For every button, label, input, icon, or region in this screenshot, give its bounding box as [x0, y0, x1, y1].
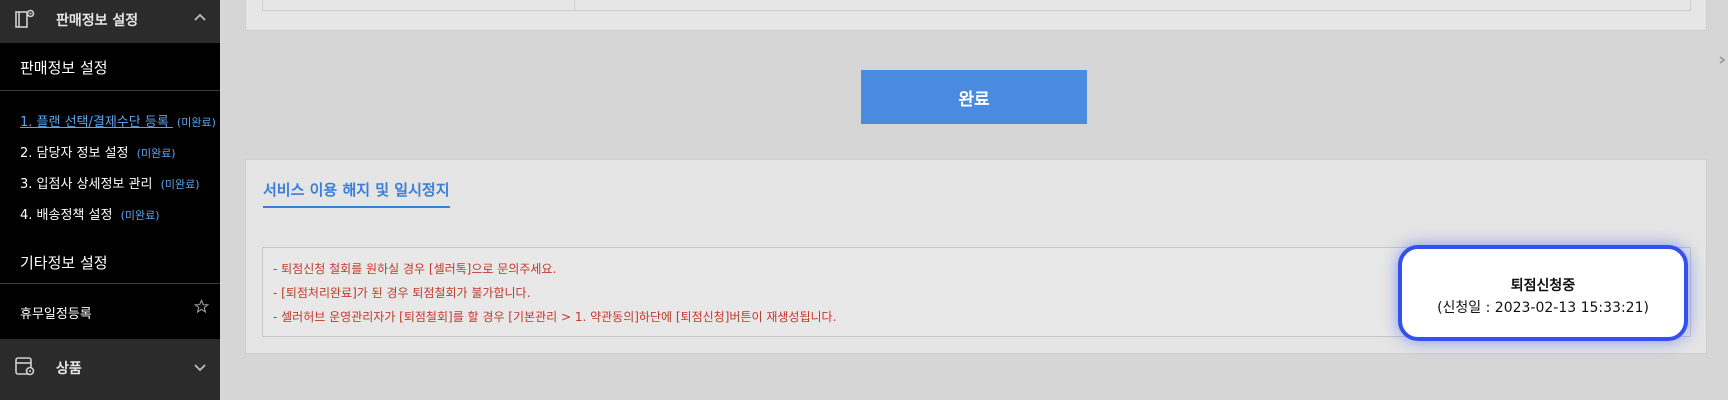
- chevron-down-icon[interactable]: [192, 359, 208, 375]
- sidebar-section-etc-info: 기타정보 설정: [20, 254, 108, 272]
- withdrawal-status-card: 퇴점신청중 (신청일 : 2023-02-13 15:33:21): [1398, 245, 1688, 341]
- sidebar-item-label: 3. 입점사 상세정보 관리: [20, 177, 157, 192]
- sidebar-item-plan-payment[interactable]: 1. 플랜 선택/결제수단 등록 (미완료): [20, 111, 216, 130]
- notice-line: - [퇴점처리완료]가 된 경우 퇴점철회가 불가합니다.: [273, 286, 531, 300]
- sidebar-divider: [0, 283, 220, 284]
- status-badge: (미완료): [136, 147, 176, 160]
- sidebar-header-title: 상품: [56, 361, 82, 377]
- table-divider: [574, 0, 575, 10]
- form-table-bottom: [262, 0, 1691, 11]
- sidebar-item-store-details[interactable]: 3. 입점사 상세정보 관리 (미완료): [20, 173, 200, 192]
- chevron-up-icon[interactable]: [192, 10, 208, 26]
- status-badge: (미완료): [120, 209, 160, 222]
- sidebar-item-manager-info[interactable]: 2. 담당자 정보 설정 (미완료): [20, 142, 176, 161]
- status-card-title: 퇴점신청중: [1510, 278, 1576, 294]
- sidebar-header-sales-info[interactable]: 판매정보 설정: [0, 0, 220, 43]
- status-badge: (미완료): [176, 116, 216, 129]
- sidebar-item-holiday-schedule[interactable]: 휴무일정등록: [20, 303, 92, 322]
- sidebar-item-label: 4. 배송정책 설정: [20, 208, 117, 223]
- sidebar-item-label: 2. 담당자 정보 설정: [20, 146, 133, 161]
- scroll-arrow-icon[interactable]: [1718, 54, 1728, 64]
- notice-line: - 셀러허브 운영관리자가 [퇴점철회]를 할 경우 [기본관리 > 1. 약관…: [273, 310, 837, 324]
- notice-line: - 퇴점신청 철회를 원하실 경우 [셀러톡]으로 문의주세요.: [273, 262, 557, 276]
- sidebar-divider: [0, 90, 220, 91]
- sidebar-header-title: 판매정보 설정: [56, 13, 139, 29]
- sidebar-section-sales-info: 판매정보 설정: [20, 59, 108, 77]
- product-settings-icon: [15, 357, 35, 376]
- section-title: 서비스 이용 해지 및 일시정지: [263, 179, 450, 208]
- sidebar: 판매정보 설정 판매정보 설정 1. 플랜 선택/결제수단 등록 (미완료) 2…: [0, 0, 220, 400]
- store-settings-icon: [15, 9, 35, 28]
- status-badge: (미완료): [160, 178, 200, 191]
- sidebar-item-shipping-policy[interactable]: 4. 배송정책 설정 (미완료): [20, 204, 160, 223]
- star-icon[interactable]: [194, 299, 209, 314]
- status-card-date: (신청일 : 2023-02-13 15:33:21): [1437, 300, 1649, 316]
- form-panel: [245, 0, 1707, 31]
- sidebar-header-products[interactable]: 상품: [0, 339, 220, 400]
- sidebar-item-label[interactable]: 1. 플랜 선택/결제수단 등록: [20, 115, 173, 130]
- complete-button[interactable]: 완료: [861, 70, 1087, 124]
